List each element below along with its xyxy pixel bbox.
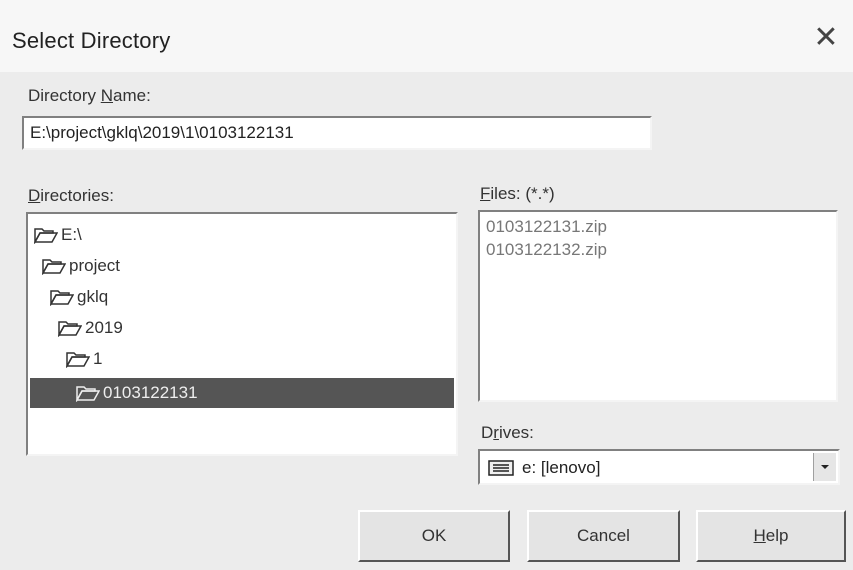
tree-item-label: 0103122131 [103, 383, 198, 402]
tree-item-gklq[interactable]: gklq [50, 282, 108, 312]
directory-name-input[interactable] [22, 116, 652, 150]
drives-label: Drives: [481, 423, 534, 442]
directories-list[interactable]: E:\ project gklq 2019 1 0103122131 [26, 212, 458, 456]
select-directory-dialog: Select Directory ✕ Directory Name: Direc… [0, 0, 853, 570]
folder-open-icon [50, 290, 74, 306]
file-item[interactable]: 0103122131.zip [486, 217, 607, 237]
directories-label: Directories: [28, 186, 114, 205]
cancel-button[interactable]: Cancel [527, 510, 680, 562]
folder-open-icon [34, 228, 58, 244]
folder-open-icon [42, 259, 66, 275]
tree-item-label: 1 [93, 349, 103, 368]
tree-item-2019[interactable]: 2019 [58, 313, 123, 343]
tree-item-project[interactable]: project [42, 251, 120, 281]
tree-item-label: gklq [77, 287, 109, 306]
files-list[interactable]: 0103122131.zip 0103122132.zip [478, 210, 838, 402]
tree-item-label: E:\ [61, 225, 82, 244]
folder-open-icon [66, 352, 90, 368]
dropdown-arrow-button[interactable] [813, 453, 836, 481]
help-button[interactable]: Help [696, 510, 846, 562]
dialog-title: Select Directory [12, 28, 171, 53]
file-item[interactable]: 0103122132.zip [486, 240, 607, 260]
tree-item-label: 2019 [85, 318, 123, 337]
drives-selected-value: e: [lenovo] [522, 458, 601, 477]
drives-dropdown[interactable]: e: [lenovo] [478, 449, 840, 485]
ok-button[interactable]: OK [358, 510, 510, 562]
tree-item-e-root[interactable]: E:\ [34, 220, 82, 250]
folder-open-icon [58, 321, 82, 337]
folder-open-icon [76, 386, 100, 402]
drive-icon [488, 460, 514, 476]
title-bar: Select Directory ✕ [0, 0, 853, 72]
files-label: Files: (*.*) [480, 184, 555, 203]
tree-item-0103122131[interactable]: 0103122131 [30, 378, 454, 408]
tree-item-1[interactable]: 1 [66, 344, 102, 374]
close-icon[interactable]: ✕ [808, 20, 844, 56]
tree-item-label: project [69, 256, 121, 275]
directory-name-label: Directory Name: [28, 86, 151, 105]
chevron-down-icon [821, 465, 829, 469]
